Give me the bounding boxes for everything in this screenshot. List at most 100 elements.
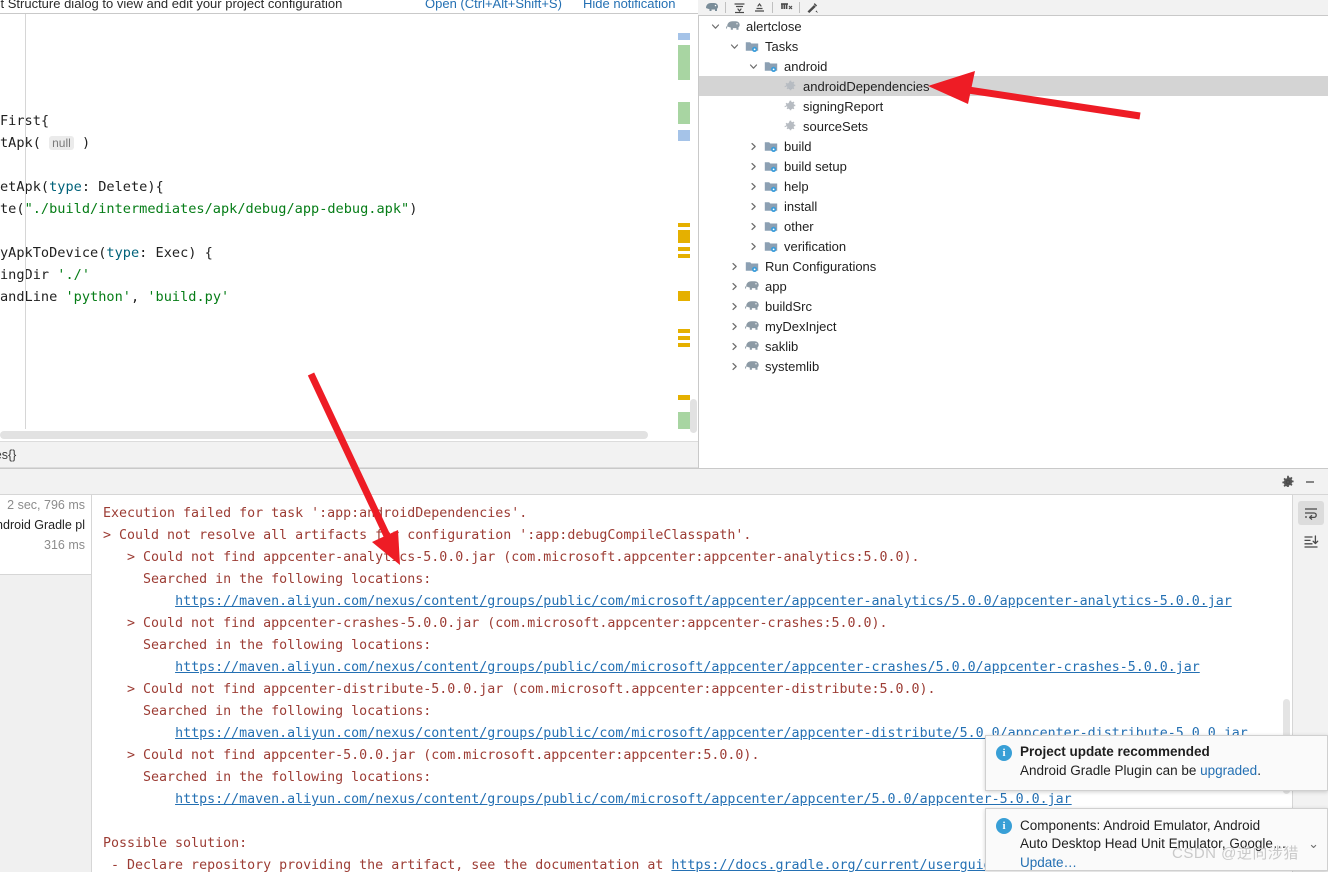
editor-marker[interactable] xyxy=(678,33,690,40)
notification-body-text: Android Gradle Plugin can be xyxy=(1020,763,1201,778)
toggle-offline-mode-icon[interactable] xyxy=(776,0,796,15)
build-tree-empty-area xyxy=(0,575,91,872)
notification-body-suffix: . xyxy=(1257,763,1261,778)
editor-code-area[interactable]: First{tApk( null )etApk(type: Delete){te… xyxy=(0,14,660,429)
open-project-structure-link[interactable]: Open (Ctrl+Alt+Shift+S) xyxy=(425,0,562,11)
gradle-tree-node-androiddependencies[interactable]: androidDependencies xyxy=(699,76,1328,96)
gradle-tree-node-install[interactable]: install xyxy=(699,196,1328,216)
soft-wrap-icon[interactable] xyxy=(1297,501,1324,525)
build-tree-panel[interactable]: 2 sec, 796 ms ndroid Gradle pl 316 ms xyxy=(0,495,92,872)
gradle-task-icon xyxy=(781,96,799,116)
notification-title: Project update recommended xyxy=(1020,744,1210,759)
editor-marker[interactable] xyxy=(678,395,690,400)
gradle-tree-node-other[interactable]: other xyxy=(699,216,1328,236)
gradle-tree-node-label: other xyxy=(784,218,814,234)
editor-marker[interactable] xyxy=(678,336,690,340)
gradle-project-icon xyxy=(743,336,761,356)
editor-marker[interactable] xyxy=(678,45,690,80)
code-editor[interactable]: First{tApk( null )etApk(type: Delete){te… xyxy=(0,14,698,429)
gradle-task-icon xyxy=(781,116,799,136)
upgrade-link[interactable]: upgraded xyxy=(1200,763,1257,778)
build-step-duration[interactable]: 2 sec, 796 ms xyxy=(0,495,91,515)
gradle-tree-node-tasks[interactable]: Tasks xyxy=(699,36,1328,56)
gradle-tree-node-build[interactable]: build xyxy=(699,136,1328,156)
chevron-right-icon[interactable] xyxy=(745,156,762,176)
gradle-tree-node-run-configurations[interactable]: Run Configurations xyxy=(699,256,1328,276)
editor-breadcrumb-bar[interactable]: ies{} xyxy=(0,441,698,468)
gradle-tree-node-buildsrc[interactable]: buildSrc xyxy=(699,296,1328,316)
build-tools-wrench-icon[interactable] xyxy=(803,0,823,15)
chevron-down-icon[interactable] xyxy=(726,36,743,56)
editor-marker-rail[interactable] xyxy=(672,14,698,429)
build-tool-window-header xyxy=(0,469,1328,495)
gradle-tree-node-alertclose[interactable]: alertclose xyxy=(699,16,1328,36)
chevron-down-icon[interactable] xyxy=(745,56,762,76)
build-step-name[interactable]: ndroid Gradle pl xyxy=(0,515,91,535)
editor-marker[interactable] xyxy=(678,329,690,333)
settings-gear-icon[interactable] xyxy=(1278,474,1298,489)
editor-marker[interactable] xyxy=(678,230,690,243)
tasks-folder-icon xyxy=(743,36,761,56)
notification-body: Android Gradle Plugin can be upgraded. xyxy=(986,761,1327,778)
chevron-right-icon[interactable] xyxy=(726,276,743,296)
editor-horizontal-scrollbar[interactable] xyxy=(0,430,655,440)
minimize-icon[interactable] xyxy=(1300,474,1320,489)
gradle-tree-node-label: help xyxy=(784,178,809,194)
chevron-right-icon[interactable] xyxy=(745,236,762,256)
toolbar-separator-2 xyxy=(772,2,773,13)
editor-marker[interactable] xyxy=(678,343,690,347)
gradle-tree-node-verification[interactable]: verification xyxy=(699,236,1328,256)
gradle-tree-node-label: install xyxy=(784,198,818,214)
info-icon: i xyxy=(996,818,1012,834)
gradle-tree-node-app[interactable]: app xyxy=(699,276,1328,296)
project-update-notification[interactable]: i Project update recommended Android Gra… xyxy=(985,735,1328,791)
gradle-tree-node-sourcesets[interactable]: sourceSets xyxy=(699,116,1328,136)
chevron-right-icon[interactable] xyxy=(726,316,743,336)
console-line: https://maven.aliyun.com/nexus/content/g… xyxy=(175,660,1200,675)
editor-marker[interactable] xyxy=(678,247,690,251)
editor-horizontal-scrollbar-thumb[interactable] xyxy=(0,431,648,439)
chevron-down-icon[interactable] xyxy=(707,16,724,36)
editor-marker[interactable] xyxy=(678,102,690,124)
tasks-folder-icon xyxy=(762,136,780,156)
gradle-tree-node-mydexinject[interactable]: myDexInject xyxy=(699,316,1328,336)
editor-marker[interactable] xyxy=(678,254,690,258)
chevron-right-icon[interactable] xyxy=(745,136,762,156)
chevron-right-icon[interactable] xyxy=(726,256,743,276)
gradle-tree-node-label: app xyxy=(765,278,787,294)
editor-marker[interactable] xyxy=(678,130,690,141)
gradle-tree-node-systemlib[interactable]: systemlib xyxy=(699,356,1328,376)
chevron-right-icon[interactable] xyxy=(745,196,762,216)
editor-rail-divider xyxy=(25,14,26,429)
gradle-project-icon xyxy=(743,316,761,336)
editor-marker[interactable] xyxy=(678,412,690,429)
editor-marker[interactable] xyxy=(678,223,690,227)
chevron-right-icon[interactable] xyxy=(745,216,762,236)
gradle-elephant-icon[interactable] xyxy=(702,0,722,15)
tasks-folder-icon xyxy=(762,236,780,256)
collapse-all-icon[interactable] xyxy=(749,0,769,15)
gradle-tasks-tree[interactable]: alertclose Tasks android androidDependencie… xyxy=(698,16,1328,468)
editor-vertical-scrollbar-thumb[interactable] xyxy=(690,399,697,433)
gradle-tree-node-saklib[interactable]: saklib xyxy=(699,336,1328,356)
expand-all-icon[interactable] xyxy=(729,0,749,15)
hide-notification-link[interactable]: Hide notification xyxy=(583,0,676,11)
scroll-to-end-icon[interactable] xyxy=(1298,529,1324,553)
chevron-right-icon[interactable] xyxy=(726,336,743,356)
components-line-1: Components: Android Emulator, Android xyxy=(1020,818,1261,833)
build-step-duration[interactable]: 316 ms xyxy=(0,535,91,555)
gradle-tree-node-label: alertclose xyxy=(746,18,802,34)
update-link[interactable]: Update… xyxy=(1020,855,1077,870)
gradle-tree-node-android[interactable]: android xyxy=(699,56,1328,76)
breadcrumb-item[interactable]: ies{} xyxy=(0,448,16,462)
chevron-right-icon[interactable] xyxy=(745,176,762,196)
gradle-tree-node-signingreport[interactable]: signingReport xyxy=(699,96,1328,116)
editor-marker[interactable] xyxy=(678,291,690,301)
gradle-tree-node-help[interactable]: help xyxy=(699,176,1328,196)
chevron-right-icon[interactable] xyxy=(726,296,743,316)
chevron-right-icon[interactable] xyxy=(726,356,743,376)
gradle-tree-node-build-setup[interactable]: build setup xyxy=(699,156,1328,176)
chevron-down-icon[interactable]: ⌄ xyxy=(1308,836,1319,852)
